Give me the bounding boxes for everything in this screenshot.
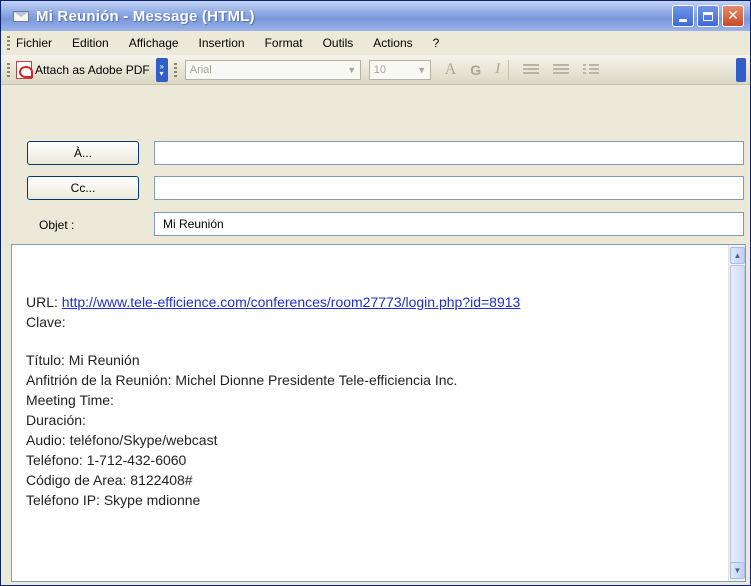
title-bar[interactable]: Mi Reunión - Message (HTML) ✕ — [1, 1, 750, 31]
url-line: URL: http://www.tele-efficience.com/conf… — [26, 293, 716, 313]
toolbar-overflow-chevron-icon[interactable] — [736, 58, 746, 82]
bullet-list-icon[interactable] — [583, 63, 600, 76]
minimize-button[interactable] — [672, 5, 694, 27]
chevron-down-icon: ▼ — [347, 64, 357, 75]
message-body[interactable]: URL: http://www.tele-efficience.com/conf… — [11, 244, 746, 582]
attach-pdf-button[interactable]: Attach as Adobe PDF — [16, 60, 150, 79]
menu-fichier[interactable]: Fichier — [16, 36, 52, 50]
font-value: Arial — [189, 63, 212, 76]
message-window: Mi Reunión - Message (HTML) ✕ Fichier Ed… — [0, 0, 751, 586]
menu-affichage[interactable]: Affichage — [129, 36, 179, 50]
menu-edition[interactable]: Edition — [72, 36, 109, 50]
codigo-line: Código de Area: 8122408# — [26, 472, 193, 488]
menu-actions[interactable]: Actions — [373, 36, 412, 50]
to-button[interactable]: À... — [27, 141, 139, 165]
toolbar: Attach as Adobe PDF » ▾ Arial ▼ 10 ▼ A G … — [1, 55, 750, 85]
toolbar-separator — [508, 59, 510, 80]
clave-line: Clave: — [26, 314, 66, 330]
font-select[interactable]: Arial ▼ — [184, 59, 361, 80]
font-color-button[interactable]: A — [445, 61, 457, 79]
close-button[interactable]: ✕ — [722, 5, 744, 27]
menu-format[interactable]: Format — [265, 36, 303, 50]
telefono-line: Teléfono: 1-712-432-6060 — [26, 452, 187, 468]
pdf-icon — [16, 60, 33, 79]
attach-pdf-label: Attach as Adobe PDF — [35, 62, 150, 77]
meeting-time-line: Meeting Time: — [26, 392, 114, 408]
body-text[interactable]: URL: http://www.tele-efficience.com/conf… — [26, 293, 716, 511]
toolbar-grip[interactable] — [7, 62, 10, 77]
chevron-down-icon: ▼ — [417, 64, 427, 75]
menu-outils[interactable]: Outils — [323, 36, 354, 50]
telefono-ip-line: Teléfono IP: Skype mdionne — [26, 492, 201, 508]
maximize-button[interactable] — [697, 5, 719, 27]
scroll-down-icon[interactable]: ▼ — [730, 562, 745, 579]
subject-field[interactable]: Mi Reunión — [154, 212, 744, 236]
align-center-icon[interactable] — [553, 63, 570, 76]
bold-button[interactable]: G — [470, 62, 481, 78]
url-label: URL: — [26, 294, 62, 310]
menu-grip[interactable] — [7, 36, 10, 50]
format-toolbar-grip[interactable] — [173, 62, 177, 77]
window-controls: ✕ — [672, 5, 744, 27]
titulo-line: Título: Mi Reunión — [26, 352, 140, 368]
scroll-up-icon[interactable]: ▲ — [730, 247, 745, 264]
window-title: Mi Reunión - Message (HTML) — [36, 7, 255, 25]
font-size-select[interactable]: 10 ▼ — [368, 59, 431, 80]
font-size-value: 10 — [373, 63, 386, 76]
to-field[interactable] — [154, 141, 744, 165]
vertical-scrollbar[interactable]: ▲ ▼ — [728, 245, 745, 581]
meeting-link[interactable]: http://www.tele-efficience.com/conferenc… — [62, 294, 521, 310]
audio-line: Audio: teléfono/Skype/webcast — [26, 432, 218, 448]
italic-button[interactable]: I — [495, 61, 500, 78]
duracion-line: Duración: — [26, 412, 86, 428]
cc-button[interactable]: Cc... — [27, 176, 139, 200]
align-left-icon[interactable] — [523, 63, 540, 76]
anfitrion-line: Anfitrión de la Reunión: Michel Dionne P… — [26, 372, 458, 388]
cc-field[interactable] — [154, 176, 744, 200]
message-header: À... Cc... Objet : Mi Reunión — [1, 86, 750, 241]
menu-bar: Fichier Edition Affichage Insertion Form… — [1, 31, 750, 55]
menu-insertion[interactable]: Insertion — [199, 36, 245, 50]
envelope-icon — [11, 8, 31, 24]
menu-help[interactable]: ? — [433, 36, 440, 50]
toolbar-options-chevron-icon[interactable]: » ▾ — [155, 57, 168, 82]
scroll-thumb[interactable] — [730, 265, 745, 565]
subject-label: Objet : — [39, 218, 75, 232]
